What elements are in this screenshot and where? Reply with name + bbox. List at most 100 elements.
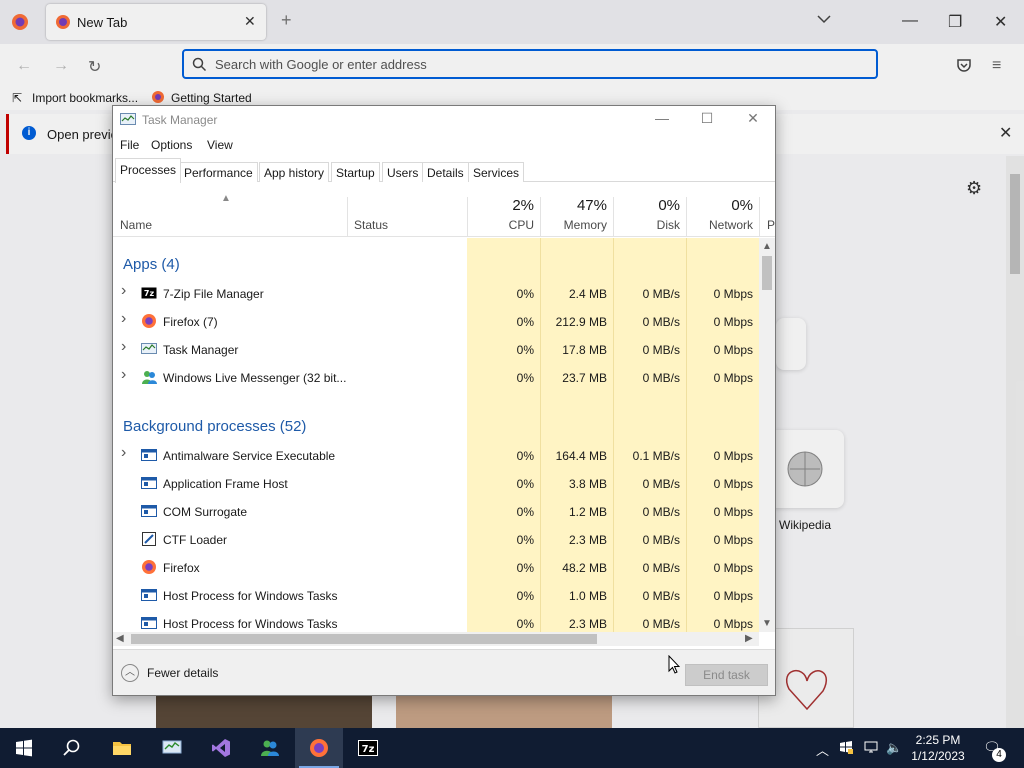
show-hidden-icons-icon[interactable]: ︿ — [816, 740, 829, 759]
column-name[interactable]: Name — [120, 218, 152, 232]
taskbar-messenger[interactable] — [246, 728, 294, 768]
tab-app-history[interactable]: App history — [259, 162, 330, 182]
column-status[interactable]: Status — [354, 218, 388, 232]
cpu-total[interactable]: 2% — [473, 197, 534, 214]
process-list: Apps (4) › 7z 7-Zip File Manager 0% 2.4 MB 0 M… — [113, 238, 759, 632]
network-icon[interactable] — [864, 740, 878, 757]
system-clock[interactable]: 2:25 PM 1/12/2023 — [906, 732, 970, 764]
firefox-icon — [310, 739, 328, 757]
volume-icon[interactable]: 🔈 — [886, 740, 902, 756]
network-value: 0 Mbps — [713, 315, 753, 329]
tab-startup[interactable]: Startup — [331, 162, 380, 182]
table-row[interactable]: › 7z 7-Zip File Manager 0% 2.4 MB 0 MB/s 0 Mbp… — [113, 280, 759, 308]
cpu-value: 0% — [516, 617, 534, 631]
column-network[interactable]: Network — [692, 218, 753, 232]
chevron-up-icon[interactable]: ︿ — [121, 664, 139, 682]
network-total[interactable]: 0% — [692, 197, 753, 214]
table-row[interactable]: COM Surrogate 0% 1.2 MB 0 MB/s 0 Mbps — [113, 498, 759, 526]
disk-value: 0.1 MB/s — [632, 449, 680, 463]
horizontal-scroll-thumb[interactable] — [131, 634, 597, 644]
taskbar-firefox[interactable] — [295, 728, 343, 768]
tab-processes[interactable]: Processes — [115, 158, 182, 183]
group-header[interactable]: Apps (4) — [123, 256, 180, 273]
cpu-value: 0% — [516, 287, 534, 301]
menu-bar: File Options View — [113, 136, 775, 156]
scroll-left-icon[interactable]: ◀ — [116, 633, 124, 644]
start-button[interactable] — [0, 728, 48, 768]
taskbar-task-manager[interactable] — [148, 728, 196, 768]
table-row[interactable]: › Task Manager 0% 17.8 MB 0 MB/s 0 Mbps — [113, 336, 759, 364]
cpu-value: 0% — [516, 505, 534, 519]
tab-details[interactable]: Details — [422, 162, 469, 182]
table-row[interactable]: Host Process for Windows Tasks 0% 2.3 MB 0 … — [113, 610, 759, 632]
table-row[interactable]: CTF Loader 0% 2.3 MB 0 MB/s 0 Mbps — [113, 526, 759, 554]
table-row[interactable]: › Antimalware Service Executable 0% 164.4 M… — [113, 442, 759, 470]
table-row[interactable]: Host Process for Windows Tasks 0% 1.0 MB 0 … — [113, 582, 759, 610]
fewer-details-button[interactable]: Fewer details — [147, 666, 218, 680]
process-name: 7-Zip File Manager — [163, 287, 264, 301]
clock-time: 2:25 PM — [915, 733, 961, 747]
menu-file[interactable]: File — [120, 138, 139, 152]
table-row[interactable]: Firefox 0% 48.2 MB 0 MB/s 0 Mbps — [113, 554, 759, 582]
expand-chevron-icon[interactable]: › — [121, 338, 126, 356]
tab-services[interactable]: Services — [468, 162, 525, 182]
expand-chevron-icon[interactable]: › — [121, 444, 126, 462]
memory-total[interactable]: 47% — [546, 197, 607, 214]
maximize-icon[interactable]: ☐ — [695, 110, 719, 127]
scroll-up-icon[interactable]: ▲ — [762, 241, 772, 252]
7zip-icon: 7z — [141, 285, 157, 301]
expand-chevron-icon[interactable]: › — [121, 366, 126, 384]
network-value: 0 Mbps — [713, 505, 753, 519]
column-divider — [540, 197, 541, 237]
table-row[interactable]: Application Frame Host 0% 3.8 MB 0 MB/s 0 Mb… — [113, 470, 759, 498]
column-header: ▲ Name Status 2% CPU 47% Memory 0% Disk … — [113, 183, 775, 237]
disk-value: 0 MB/s — [642, 617, 680, 631]
tab-performance[interactable]: Performance — [179, 162, 258, 182]
network-value: 0 Mbps — [713, 449, 753, 463]
task-manager-icon — [162, 740, 182, 754]
disk-total[interactable]: 0% — [619, 197, 680, 214]
menu-options[interactable]: Options — [151, 138, 192, 152]
pen-icon — [141, 531, 157, 547]
expand-chevron-icon[interactable]: › — [121, 310, 126, 328]
search-button[interactable] — [48, 728, 96, 768]
memory-value: 1.2 MB — [568, 505, 607, 519]
scroll-down-icon[interactable]: ▼ — [762, 618, 772, 629]
process-name: Windows Live Messenger (32 bit... — [163, 371, 347, 385]
tab-users[interactable]: Users — [382, 162, 424, 182]
taskbar-7zip[interactable]: 7z — [344, 728, 392, 768]
table-row[interactable]: › Windows Live Messenger (32 bit... 0% 23.7… — [113, 364, 759, 392]
disk-value: 0 MB/s — [642, 477, 680, 491]
memory-value: 1.0 MB — [568, 589, 607, 603]
table-row[interactable]: › Firefox (7) 0% 212.9 MB 0 MB/s 0 Mbps — [113, 308, 759, 336]
column-memory[interactable]: Memory — [546, 218, 607, 232]
service-window-icon — [141, 587, 157, 603]
memory-value: 2.3 MB — [568, 617, 607, 631]
firefox-icon — [141, 559, 157, 575]
horizontal-scrollbar[interactable]: ◀ ▶ — [113, 632, 759, 646]
scroll-right-icon[interactable]: ▶ — [745, 633, 753, 644]
taskbar-file-explorer[interactable] — [98, 728, 146, 768]
column-cpu[interactable]: CPU — [473, 218, 534, 232]
network-value: 0 Mbps — [713, 589, 753, 603]
task-manager-titlebar[interactable]: Task Manager — ☐ ✕ — [113, 106, 775, 134]
taskbar-visual-studio[interactable] — [197, 728, 245, 768]
menu-view[interactable]: View — [207, 138, 233, 152]
task-manager-icon — [141, 341, 157, 357]
windows-security-icon[interactable] — [839, 740, 853, 757]
7zip-icon: 7z — [358, 740, 378, 756]
column-disk[interactable]: Disk — [619, 218, 680, 232]
visual-studio-icon — [212, 739, 230, 757]
vertical-scrollbar[interactable]: ▲ ▼ — [759, 238, 775, 632]
minimize-icon[interactable]: — — [650, 110, 674, 126]
close-icon[interactable]: ✕ — [741, 110, 765, 127]
cpu-value: 0% — [516, 561, 534, 575]
column-power[interactable]: P — [767, 218, 775, 232]
vertical-scroll-thumb[interactable] — [762, 256, 772, 290]
group-header[interactable]: Background processes (52) — [123, 418, 306, 435]
cpu-value: 0% — [516, 477, 534, 491]
svg-text:7z: 7z — [144, 289, 155, 298]
memory-value: 2.4 MB — [568, 287, 607, 301]
expand-chevron-icon[interactable]: › — [121, 282, 126, 300]
end-task-button[interactable]: End task — [685, 664, 768, 686]
